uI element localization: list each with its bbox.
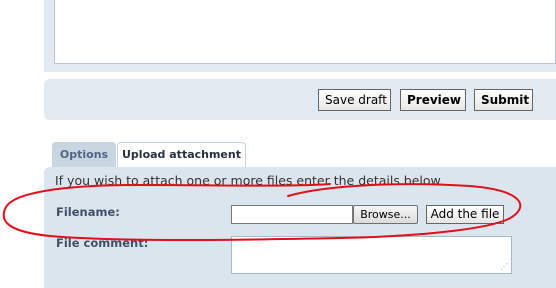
preview-button[interactable]: Preview: [400, 89, 466, 111]
message-textarea[interactable]: [54, 0, 556, 64]
tab-options[interactable]: Options: [52, 142, 116, 167]
upload-instructions: If you wish to attach one or more files …: [55, 173, 444, 188]
filename-label: Filename:: [56, 205, 120, 219]
filename-input[interactable]: [231, 205, 353, 224]
file-comment-label: File comment:: [56, 236, 149, 250]
browse-button[interactable]: Browse...: [353, 205, 418, 224]
add-file-button[interactable]: Add the file: [426, 205, 504, 224]
resize-grip-icon[interactable]: ⋰: [500, 263, 508, 271]
posting-page: Save draft Preview Submit Options Upload…: [0, 0, 556, 288]
tab-upload-attachment[interactable]: Upload attachment: [117, 142, 246, 168]
save-draft-button[interactable]: Save draft: [318, 89, 391, 111]
file-comment-textarea[interactable]: ⋰: [231, 236, 512, 274]
submit-button[interactable]: Submit: [474, 89, 533, 111]
